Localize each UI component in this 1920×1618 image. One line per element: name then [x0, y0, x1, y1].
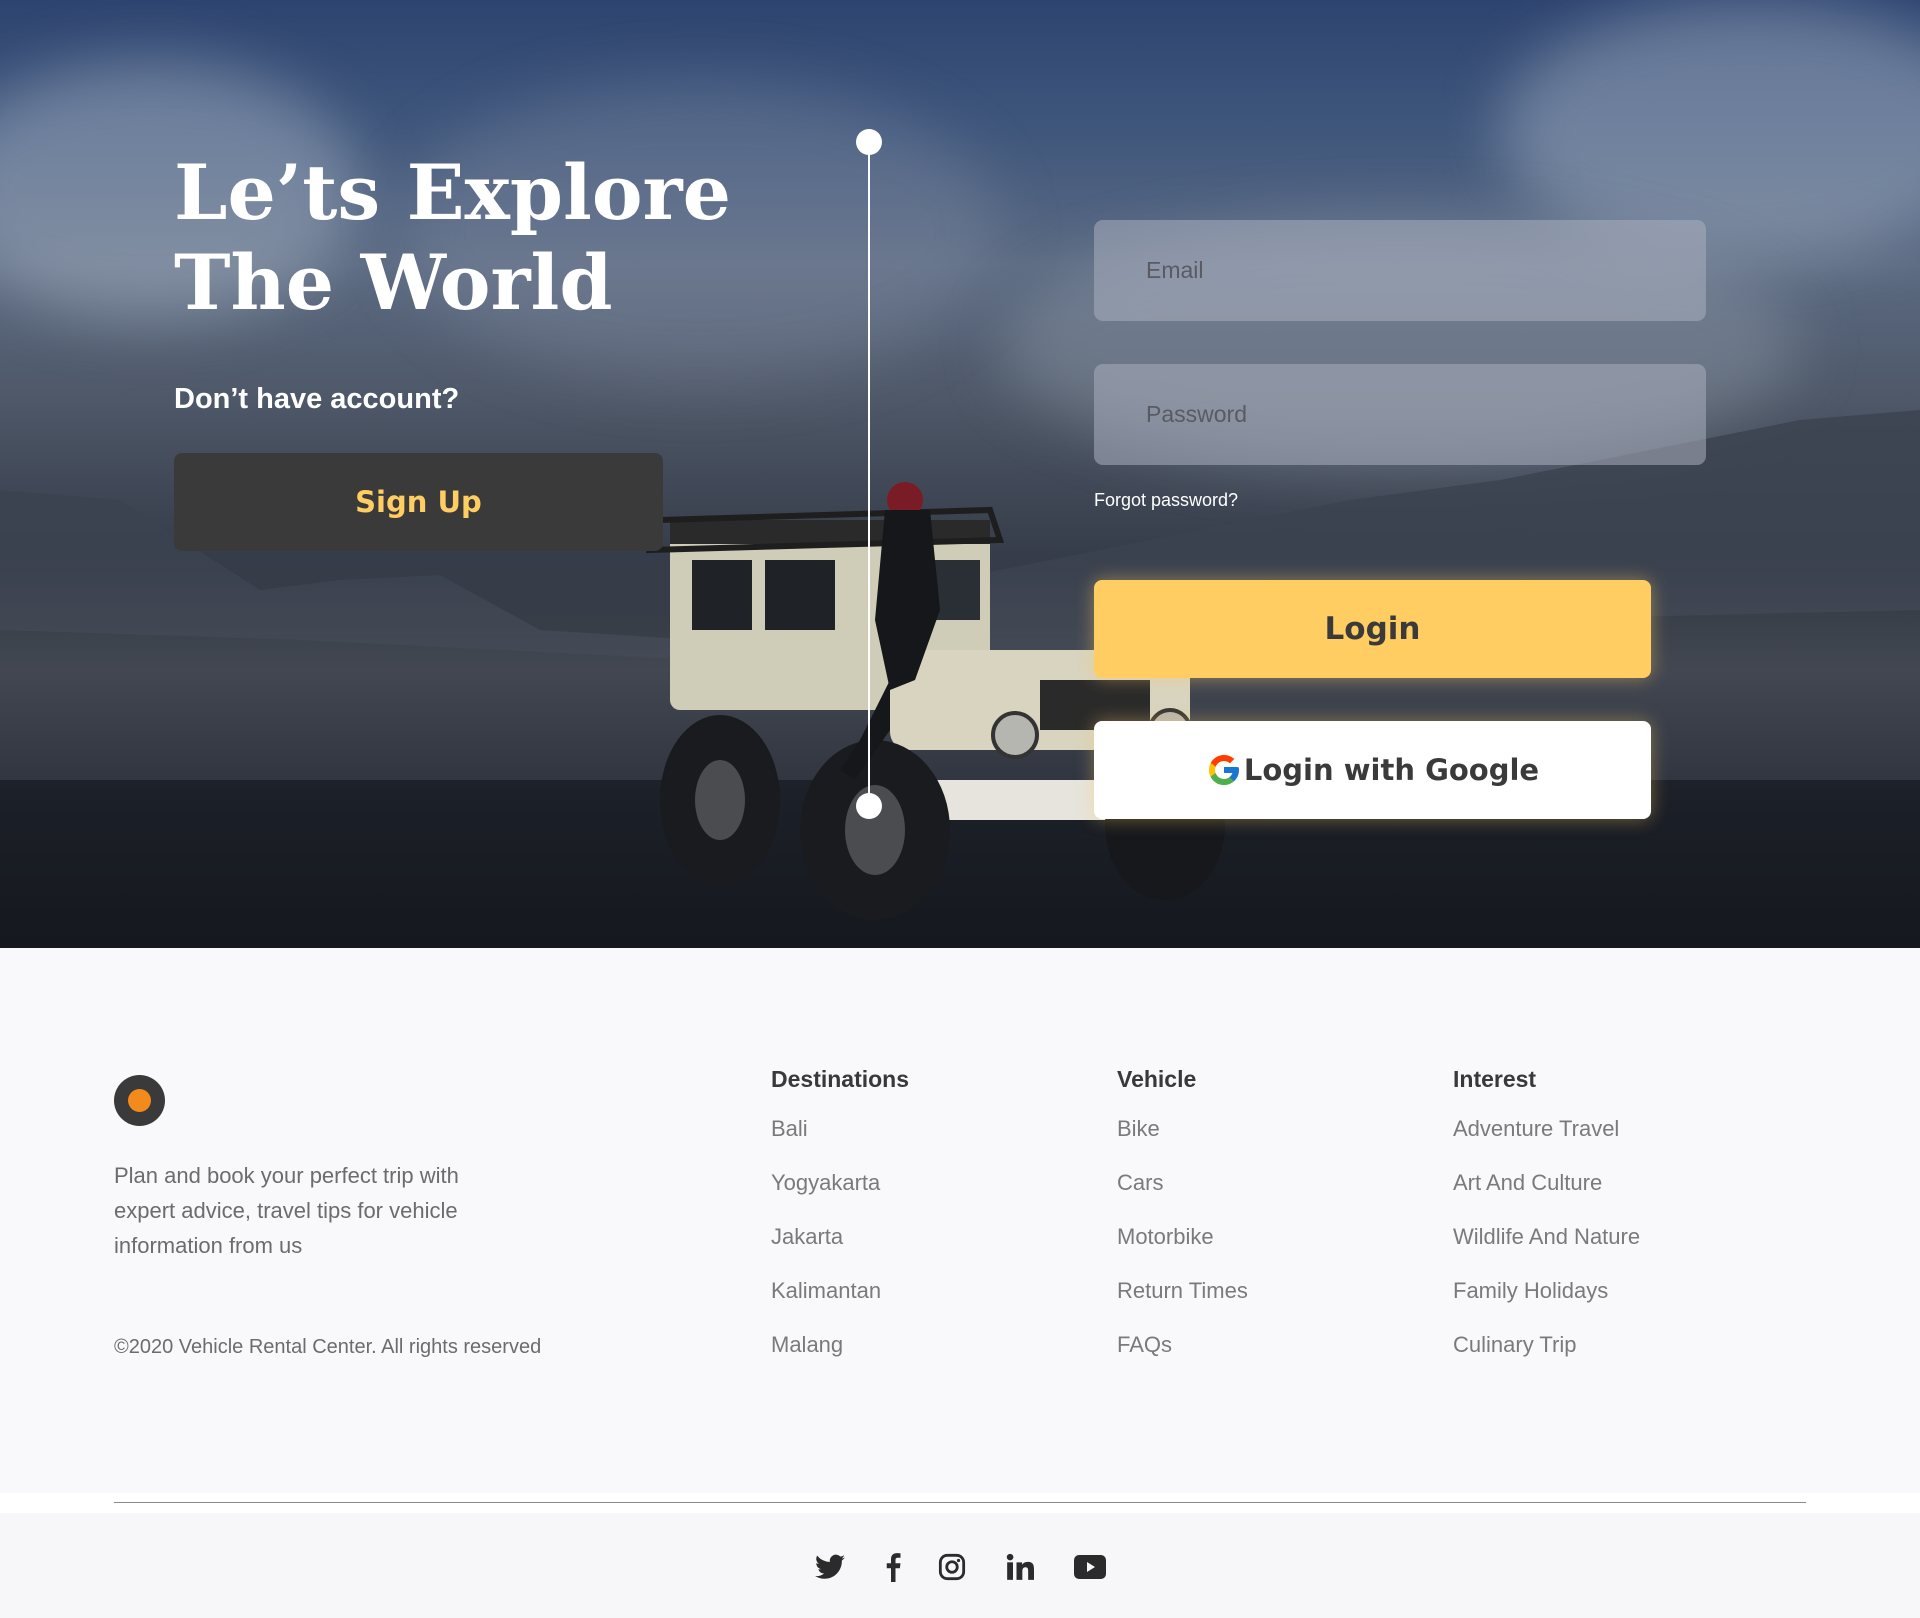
column-title: Interest [1453, 1066, 1537, 1092]
column-title: Vehicle [1117, 1066, 1197, 1092]
linkedin-icon[interactable] [1003, 1550, 1037, 1584]
footer-link-malang[interactable]: Malang [771, 1332, 909, 1386]
footer-link-faqs[interactable]: FAQs [1117, 1332, 1248, 1386]
social-links [0, 1550, 1920, 1584]
hero-title-line1: Le’ts Explore [174, 148, 731, 237]
footer-link-jakarta[interactable]: Jakarta [771, 1224, 909, 1278]
twitter-icon[interactable] [813, 1550, 847, 1584]
login-button[interactable]: Login [1094, 580, 1651, 678]
jeep-image [645, 482, 1225, 920]
footer-link-motorbike[interactable]: Motorbike [1117, 1224, 1248, 1278]
footer-link-culinary-trip[interactable]: Culinary Trip [1453, 1332, 1640, 1386]
footer-link-wildlife-and-nature[interactable]: Wildlife And Nature [1453, 1224, 1640, 1278]
password-input[interactable] [1094, 364, 1706, 465]
column-title: Destinations [771, 1066, 910, 1092]
forgot-password-link[interactable]: Forgot password? [1094, 490, 1238, 511]
youtube-icon[interactable] [1073, 1550, 1107, 1584]
circle-logo-icon[interactable] [114, 1075, 165, 1126]
footer-link-cars[interactable]: Cars [1117, 1170, 1248, 1224]
login-with-google-label: Login with Google [1243, 753, 1540, 787]
footer-link-family-holidays[interactable]: Family Holidays [1453, 1278, 1640, 1332]
divider-dot-top [856, 129, 882, 155]
footer-link-art-and-culture[interactable]: Art And Culture [1453, 1170, 1640, 1224]
email-input[interactable] [1094, 220, 1706, 321]
hero-title-line2: The World [174, 238, 613, 327]
footer-link-kalimantan[interactable]: Kalimantan [771, 1278, 909, 1332]
footer-divider [114, 1502, 1806, 1503]
footer-description: Plan and book your perfect trip with exp… [114, 1163, 459, 1258]
hero-title: Le’ts Explore The World [174, 148, 734, 328]
instagram-icon[interactable] [935, 1550, 969, 1584]
no-account-text: Don’t have account? [174, 383, 460, 415]
login-with-google-button[interactable]: Login with Google [1094, 721, 1651, 819]
footer-column-interest: Interest Adventure Travel Art And Cultur… [1453, 1066, 1640, 1386]
footer-link-adventure-travel[interactable]: Adventure Travel [1453, 1116, 1640, 1170]
footer-column-destinations: Destinations Bali Yogyakarta Jakarta Kal… [771, 1066, 909, 1386]
facebook-icon[interactable] [876, 1550, 910, 1584]
google-g-icon [1208, 755, 1239, 785]
vertical-divider [868, 141, 870, 805]
footer-separator-band [0, 1493, 1920, 1513]
hero-section: Le’ts Explore The World Don’t have accou… [0, 0, 1920, 948]
footer-link-return-times[interactable]: Return Times [1117, 1278, 1248, 1332]
divider-dot-bottom [856, 793, 882, 819]
copyright-text: ©2020 Vehicle Rental Center. All rights … [114, 1336, 542, 1358]
footer-link-bike[interactable]: Bike [1117, 1116, 1248, 1170]
footer-link-bali[interactable]: Bali [771, 1116, 909, 1170]
footer-column-vehicle: Vehicle Bike Cars Motorbike Return Times… [1117, 1066, 1248, 1386]
sign-up-button[interactable]: Sign Up [174, 453, 663, 551]
footer-link-yogyakarta[interactable]: Yogyakarta [771, 1170, 909, 1224]
